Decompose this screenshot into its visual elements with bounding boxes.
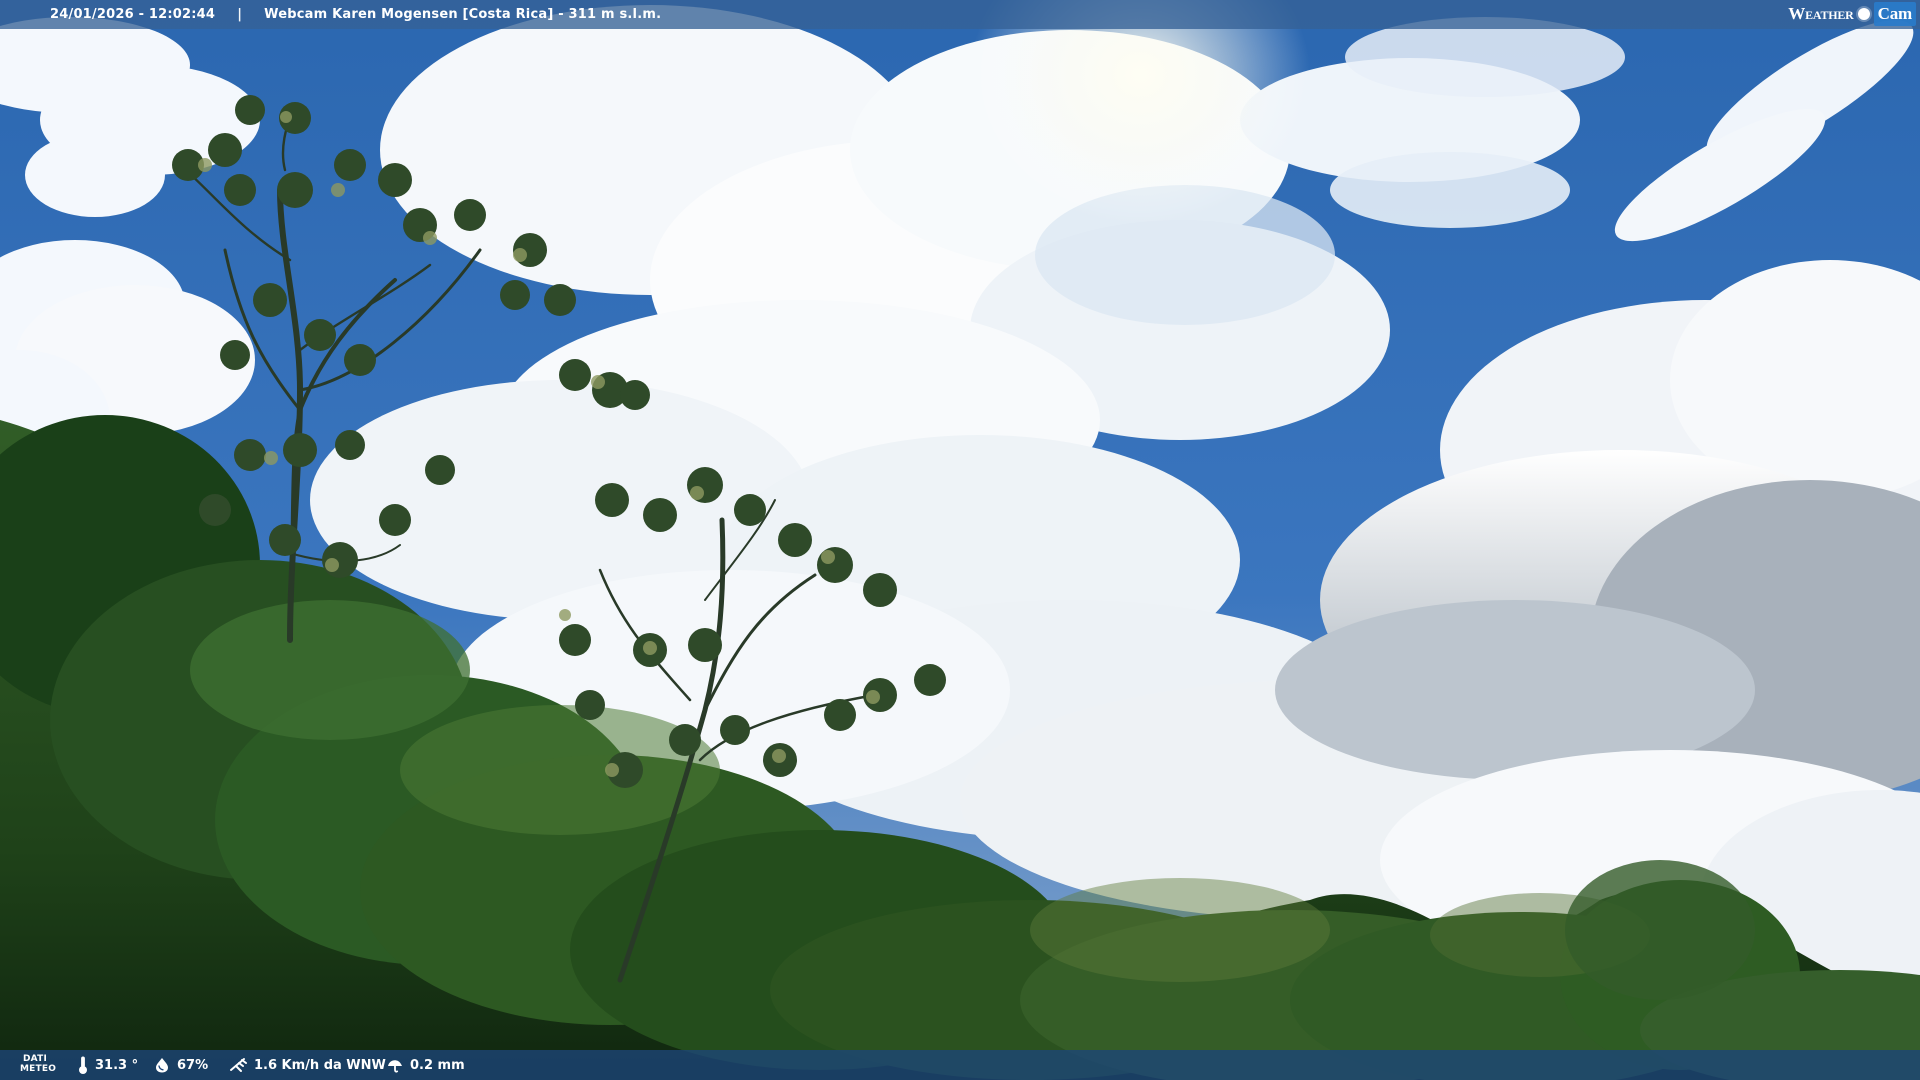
- separator: |: [237, 7, 243, 22]
- dati-label-line1: DATI: [22, 1054, 48, 1064]
- wind-icon: [230, 1058, 247, 1072]
- wind-stat: 1.6 Km/h da WNW: [228, 1050, 386, 1080]
- temperature-stat: 31.3 °: [77, 1050, 138, 1080]
- brand-dot-icon: [1857, 8, 1870, 20]
- humidity-stat: 67%: [153, 1050, 208, 1080]
- dati-label-line2: METEO: [20, 1064, 57, 1074]
- top-overlay-bar: 24/01/2026 - 12:02:44 | Webcam Karen Mog…: [0, 0, 1920, 29]
- brand-cam-text: Cam: [1873, 2, 1916, 26]
- humidity-value: 67%: [177, 1057, 209, 1073]
- bottom-weather-bar: DATI METEO 31.3 ° 67% 1.6 Km/h da WNW 0.…: [0, 1050, 1920, 1080]
- rain-stat: 0.2 mm: [386, 1050, 465, 1080]
- temperature-value: 31.3 °: [95, 1057, 139, 1073]
- rain-value: 0.2 mm: [410, 1057, 465, 1073]
- thermometer-icon: [79, 1056, 87, 1074]
- webcam-view: 24/01/2026 - 12:02:44 | Webcam Karen Mog…: [0, 0, 1920, 1080]
- wind-value: 1.6 Km/h da WNW: [254, 1057, 386, 1073]
- weathercam-logo: Weather Cam: [1788, 2, 1916, 26]
- brand-weather-text: Weather: [1788, 4, 1854, 23]
- humidity-icon: [156, 1058, 168, 1073]
- timestamp: 24/01/2026 - 12:02:44: [50, 7, 216, 22]
- dati-meteo-label: DATI METEO: [20, 1054, 57, 1074]
- top-overlay-text: 24/01/2026 - 12:02:44 | Webcam Karen Mog…: [50, 0, 661, 29]
- sky-and-forest-scene: [0, 0, 1920, 1080]
- rain-icon: [388, 1060, 402, 1073]
- location-label: Webcam Karen Mogensen [Costa Rica] - 311…: [264, 7, 662, 22]
